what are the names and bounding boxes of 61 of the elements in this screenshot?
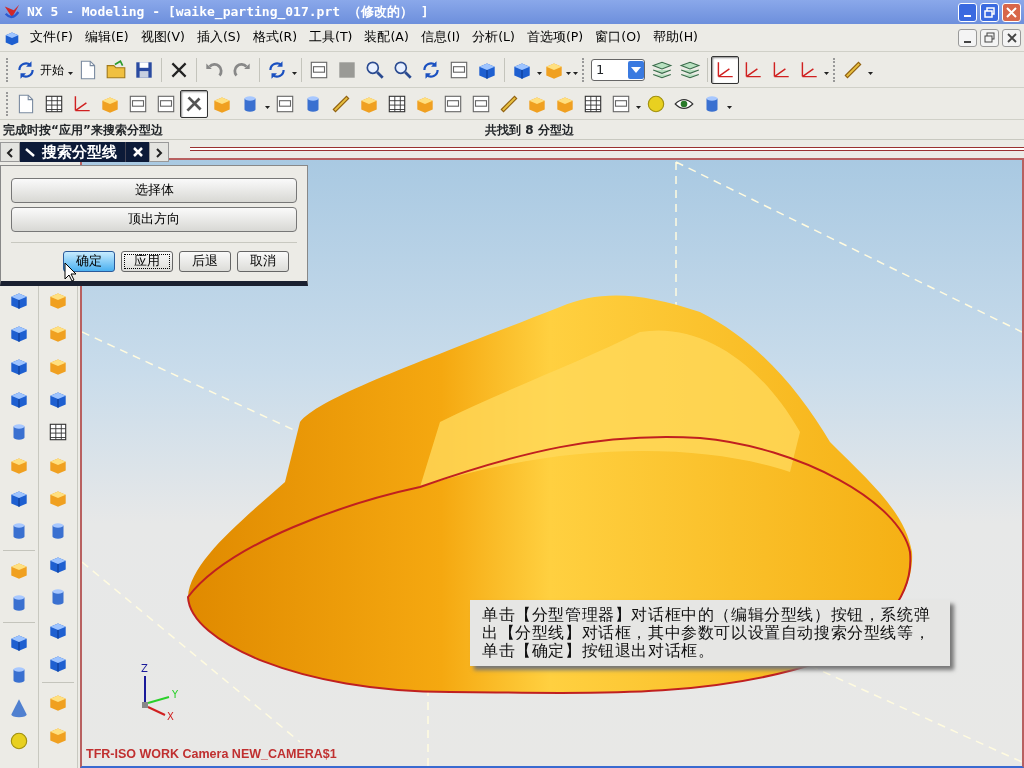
close-icon [1006, 32, 1017, 43]
annotation-text: 单击【分型管理器】对话框中的（编辑分型线）按钮，系统弹出【分型线】对话框，其中参数可以设置自动搜索分型线等，单击【确定】按钮退出对话框。 [470, 600, 950, 666]
view-label: TFR-ISO WORK Camera NEW_CAMERA$1 [86, 746, 337, 764]
minimize-icon [964, 15, 971, 17]
menu-item[interactable]: 插入(S) [190, 26, 247, 49]
dialog-option-button[interactable]: 顶出方向 [11, 207, 297, 232]
folder-icon [105, 58, 127, 81]
menu-item[interactable]: 首选项(P) [520, 26, 590, 49]
ruler-icon [498, 92, 520, 115]
menu-item[interactable]: 编辑(E) [78, 26, 135, 49]
dialog-option-button[interactable]: 选择体 [11, 178, 297, 203]
close-icon [132, 147, 143, 157]
toolbar-button[interactable] [711, 55, 739, 84]
dialog-button[interactable]: 应用 [121, 251, 173, 272]
origin-marker [142, 702, 148, 708]
mouse-cursor-icon [64, 262, 77, 282]
dialog-button[interactable]: 取消 [237, 251, 289, 272]
restore-icon [984, 32, 995, 43]
ruler-icon [842, 58, 864, 81]
axis-label: X [167, 711, 174, 722]
menu-item[interactable]: 分析(L) [466, 26, 521, 49]
ruler-icon [330, 92, 352, 115]
restore-icon [984, 6, 995, 18]
layer-dropdown[interactable]: 1 [591, 58, 645, 81]
rotate-icon [266, 58, 288, 81]
close-icon [1006, 6, 1017, 18]
close-button[interactable] [125, 142, 149, 162]
toolbar-button[interactable] [180, 89, 208, 118]
menu-item[interactable]: 视图(V) [134, 26, 191, 49]
rotate-icon [15, 58, 37, 81]
sphere-icon [8, 730, 30, 752]
restore-button[interactable] [980, 28, 999, 47]
next-button[interactable] [149, 142, 169, 162]
menu-item[interactable]: 窗口(O) [589, 26, 647, 49]
chevron-left-icon [6, 148, 14, 158]
start-button[interactable]: 开始 [12, 55, 67, 84]
minimize-button[interactable] [958, 28, 977, 47]
app-logo-icon [3, 3, 21, 21]
menu-item[interactable]: 文件(F) [24, 26, 79, 49]
minimize-icon [964, 40, 971, 43]
rotate-icon [420, 58, 442, 81]
chevron-right-icon [155, 148, 163, 158]
menu-item[interactable]: 信息(I) [414, 26, 467, 49]
grid-icon [47, 421, 69, 443]
menu-item[interactable]: 装配(A) [358, 26, 415, 49]
status-message: 共找到 8 分型边 [485, 121, 574, 139]
menu-item[interactable]: 格式(R) [246, 26, 304, 49]
axis-label: Z [141, 663, 148, 674]
dialog-button[interactable]: 后退 [179, 251, 231, 272]
axis-line [147, 706, 166, 716]
dialog-button[interactable]: 确定 [63, 251, 115, 272]
previous-button[interactable] [0, 142, 20, 162]
prompt-text: 完成时按“应用”来搜索分型边 [3, 121, 164, 139]
close-button[interactable] [1002, 28, 1021, 47]
cone-icon [8, 697, 30, 719]
window-title: NX 5 - Modeling - [waike_parting_017.prt （修改的） ] [27, 3, 429, 22]
dialog-title: 搜索分型线 [42, 141, 117, 163]
axis-label: Y [172, 689, 179, 700]
menu-item[interactable]: 帮助(H) [646, 26, 704, 49]
dialog-tab[interactable]: 搜索分型线 [20, 142, 125, 162]
menu-item[interactable]: 工具(T) [303, 26, 359, 49]
